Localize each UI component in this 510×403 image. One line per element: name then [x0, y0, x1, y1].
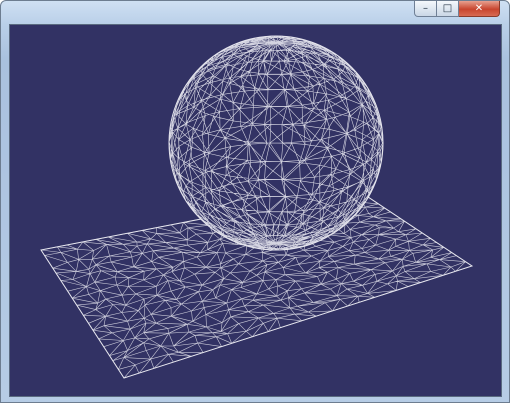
maximize-icon: □ — [442, 3, 453, 14]
scene-canvas — [40, 35, 474, 379]
caption-buttons: – □ ✕ — [414, 1, 500, 17]
wireframe-sphere — [168, 35, 384, 251]
maximize-button[interactable]: □ — [437, 1, 459, 17]
minimize-button[interactable]: – — [414, 1, 437, 17]
minimize-icon: – — [423, 3, 428, 14]
render-viewport[interactable] — [9, 24, 502, 397]
close-icon: ✕ — [474, 3, 484, 14]
close-button[interactable]: ✕ — [459, 1, 500, 17]
app-window: – □ ✕ — [0, 0, 510, 403]
title-bar[interactable]: – □ ✕ — [1, 1, 509, 23]
